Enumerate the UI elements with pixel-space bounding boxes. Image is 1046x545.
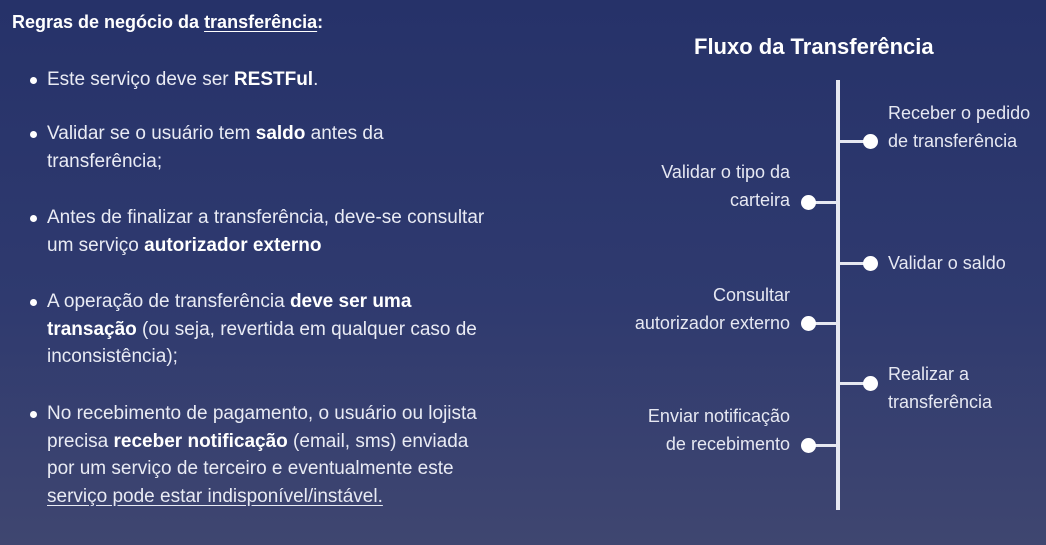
rules-heading-suffix: : (317, 12, 324, 32)
rule-text-bold: saldo (255, 123, 306, 144)
rule-text: No recebimento de pagamento, o usuário o… (47, 400, 492, 510)
flow-timeline-axis (836, 80, 840, 510)
flow-step-label: Consultar autorizador externo (634, 285, 790, 333)
rule-text-bold: RESTFul (233, 69, 314, 90)
slide: Regras de negócio da transferência: Este… (0, 0, 1046, 545)
rule-text-part: A operação de transferência (47, 291, 290, 312)
rules-heading: Regras de negócio da transferência: (12, 12, 323, 33)
flow-step-node (863, 256, 878, 271)
rule-text: Validar se o usuário tem saldo antes da … (47, 120, 492, 175)
flow-step-node (863, 134, 878, 149)
rule-text-bold: receber notificação (113, 430, 288, 452)
rule-text-underlined: serviço pode estar indisponível/instável… (47, 485, 383, 507)
rule-text-bold: autorizador externo (144, 234, 322, 256)
bullet-dot-icon (30, 299, 37, 306)
flow-step-node (801, 316, 816, 331)
bullet-dot-icon (30, 215, 37, 222)
rule-text: Este serviço deve ser RESTFul. (47, 66, 492, 94)
rules-heading-prefix: Regras de negócio da (12, 12, 205, 32)
flow-step-label: Enviar notificação de recebimento (647, 406, 790, 454)
bullet-dot-icon (30, 411, 37, 418)
rule-text-part: . (313, 69, 319, 90)
rule-text-part: Este serviço deve ser (47, 69, 234, 90)
flow-step-node (801, 438, 816, 453)
flow-step-label: Realizar a transferência (888, 364, 993, 412)
flow-step-node (863, 376, 878, 391)
flow-step-label: Receber o pedido de transferência (888, 103, 1031, 151)
flow-step-label: Validar o tipo da carteira (661, 162, 790, 210)
rule-text: A operação de transferência deve ser uma… (47, 288, 492, 371)
flow-title: Fluxo da Transferência (694, 34, 934, 59)
bullet-dot-icon (30, 131, 37, 138)
rule-text: Antes de finalizar a transferência, deve… (47, 204, 492, 259)
flow-step-label: Validar o saldo (888, 253, 1006, 273)
rule-text-part: Validar se o usuário tem (47, 123, 256, 144)
flow-step-node (801, 195, 816, 210)
rules-heading-underlined: transferência (204, 12, 318, 32)
bullet-dot-icon (30, 77, 37, 84)
